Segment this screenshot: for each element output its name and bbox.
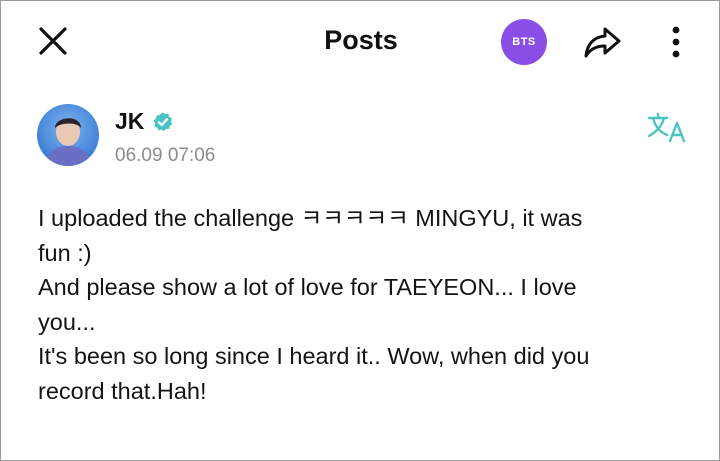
screenshot-frame: Posts BTS JK 06.09 07:06 I uploaded the … <box>0 0 720 461</box>
community-badge-label: BTS <box>512 36 536 48</box>
post-line: And please show a lot of love for TAEYEO… <box>38 274 577 300</box>
translate-button[interactable] <box>643 107 691 147</box>
author-name-row: JK <box>115 108 174 135</box>
share-icon <box>584 27 621 58</box>
post-timestamp: 06.09 07:06 <box>115 145 216 166</box>
share-button[interactable] <box>579 21 625 63</box>
translate-icon <box>647 112 686 143</box>
post-line: record that.Hah! <box>38 377 207 404</box>
post-line: I uploaded the challenge ㅋㅋㅋㅋㅋ MINGYU, i… <box>38 205 583 231</box>
post-body: I uploaded the challenge ㅋㅋㅋㅋㅋ MINGYU, i… <box>38 201 678 408</box>
post-line: fun :) <box>38 239 92 266</box>
top-bar: Posts BTS <box>1 1 720 83</box>
community-badge-button[interactable]: BTS <box>501 19 547 65</box>
more-vertical-icon <box>672 26 680 58</box>
author-name[interactable]: JK <box>115 108 144 135</box>
verified-badge-icon <box>154 111 173 131</box>
avatar-image <box>37 104 99 166</box>
post-line: It's been so long since I heard it.. Wow… <box>38 343 590 369</box>
post-line: you... <box>38 308 96 335</box>
more-options-button[interactable] <box>661 19 691 65</box>
author-avatar[interactable] <box>37 104 99 166</box>
